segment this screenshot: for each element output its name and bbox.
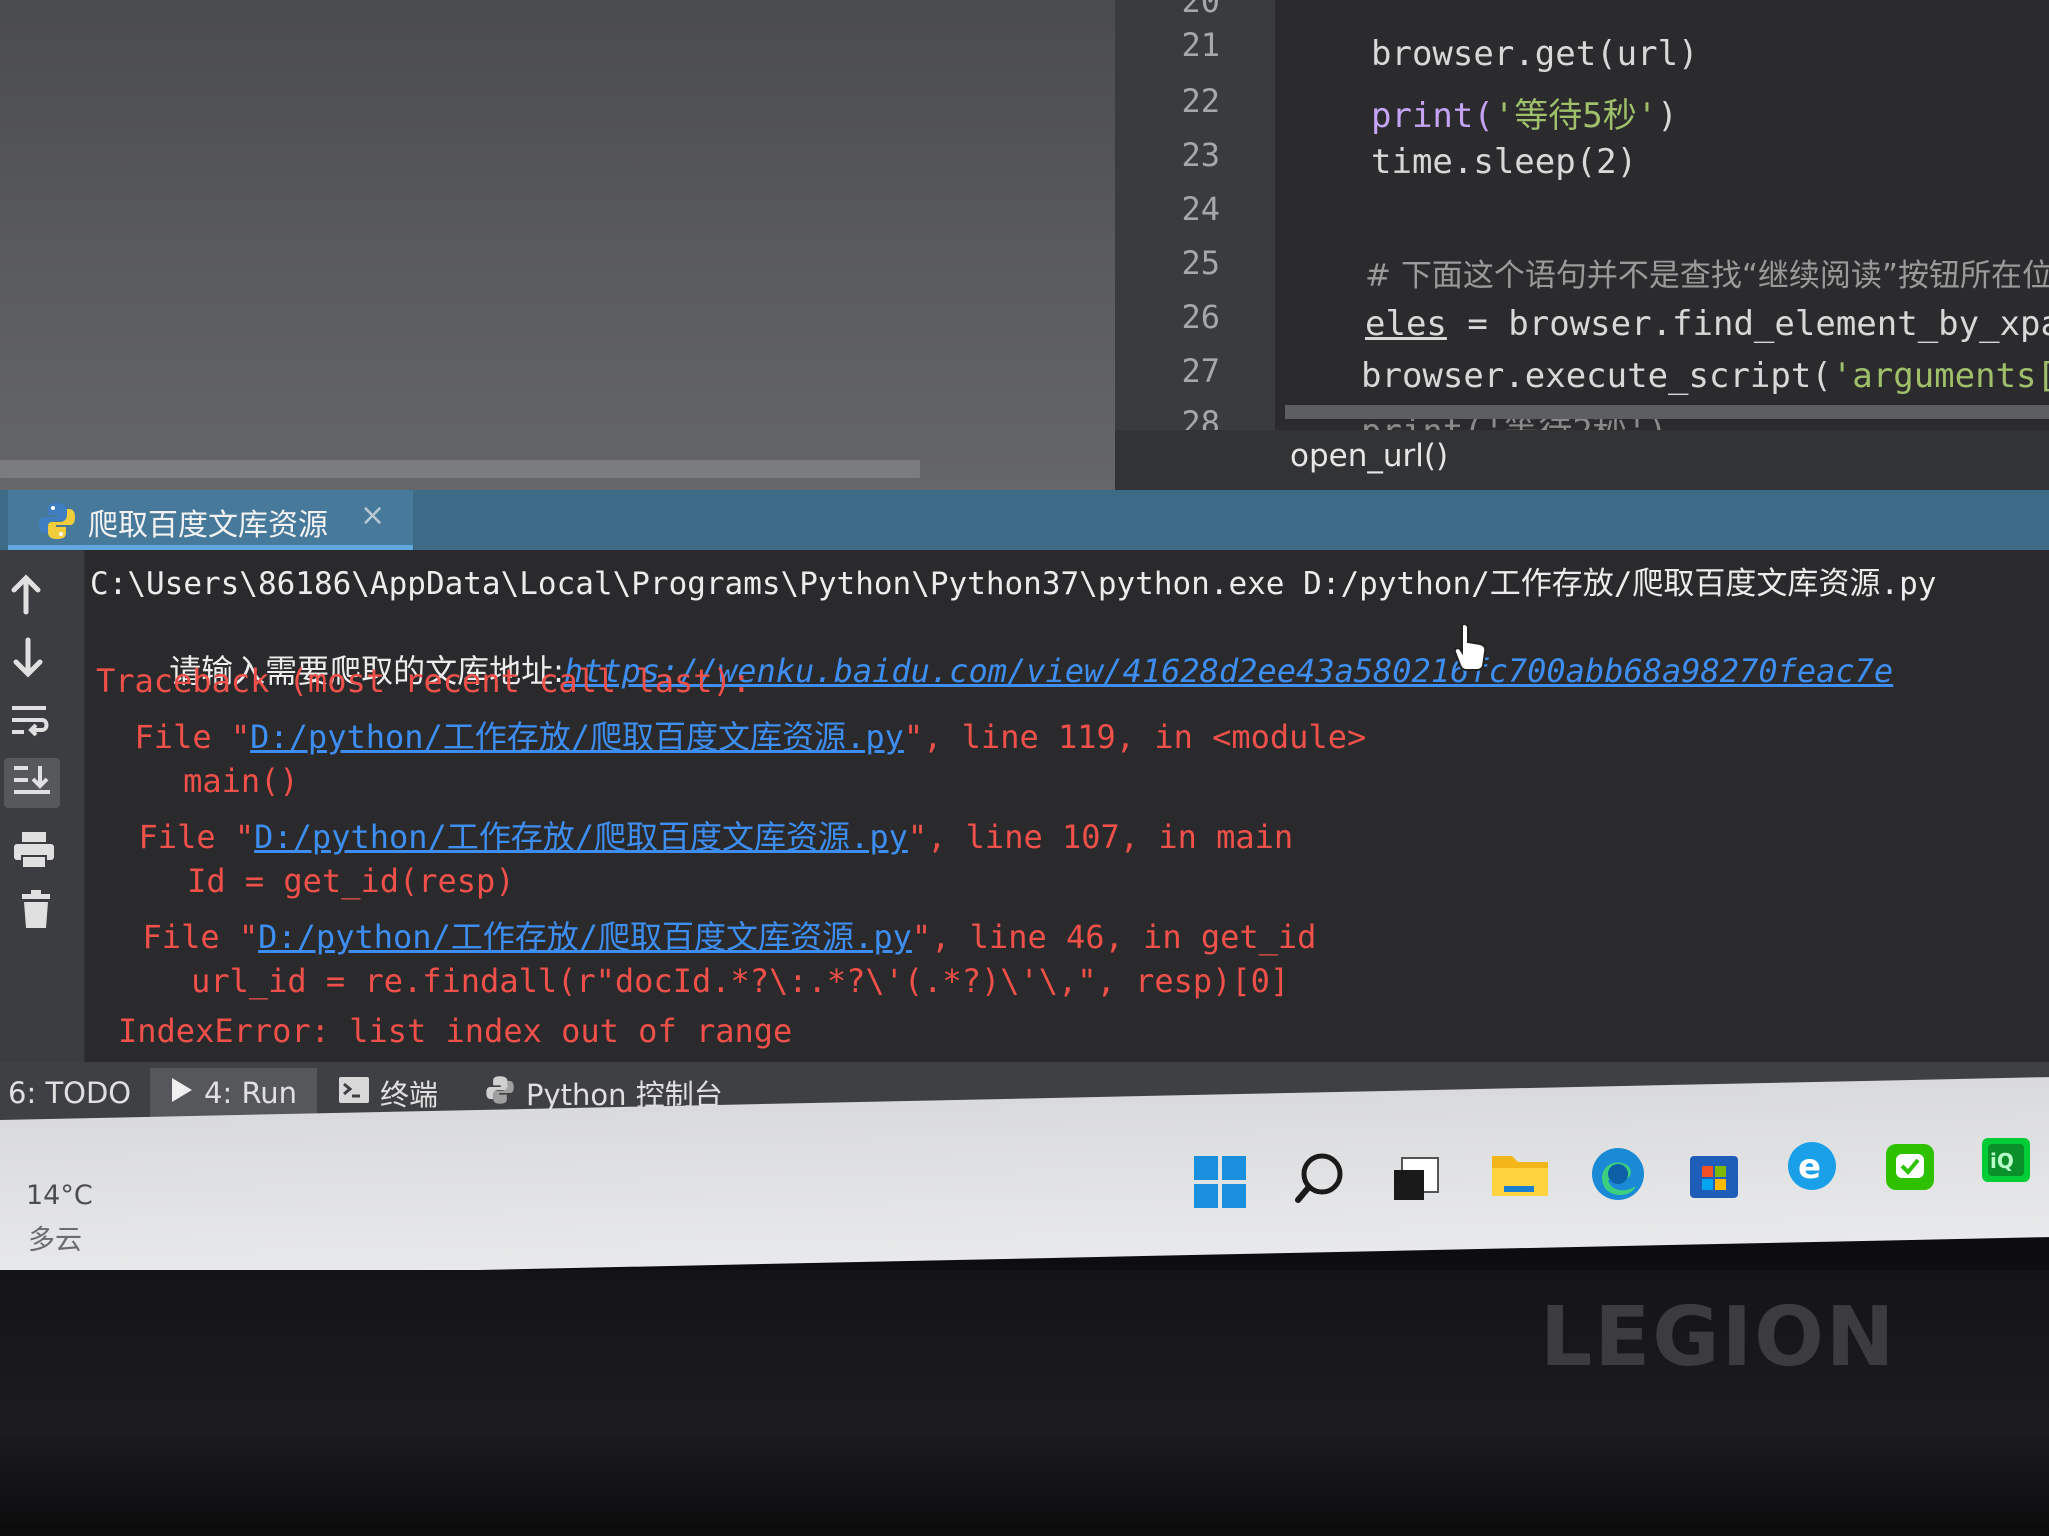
svg-text:iQ: iQ xyxy=(1990,1149,2014,1173)
tab-run-label: 4: Run xyxy=(204,1076,298,1110)
code-variable: eles xyxy=(1365,304,1447,344)
code-line-25-comment[interactable]: # 下面这个语句并不是查找“继续阅读”按钮所在位 xyxy=(1365,250,2049,295)
traceback-code: url_id = re.findall(r"docId.*?\:.*?\'(.*… xyxy=(114,962,1290,1000)
file-path-link[interactable]: D:/python/工作存放/爬取百度文库资源.py xyxy=(250,718,904,756)
python-icon xyxy=(484,1074,516,1113)
scroll-to-end-icon[interactable] xyxy=(4,758,60,808)
code-token: print( xyxy=(1371,96,1494,136)
file-explorer-icon[interactable] xyxy=(1490,1146,1548,1202)
traceback-header: Traceback (most recent call last): xyxy=(96,662,752,700)
python-icon xyxy=(36,500,78,546)
line-number: 23 xyxy=(1181,136,1220,174)
print-icon[interactable] xyxy=(12,830,64,876)
code-string: 'arguments[0]. xyxy=(1831,356,2049,396)
traceback-frame: File "D:/python/工作存放/爬取百度文库资源.py", line … xyxy=(100,812,1294,858)
code-editor[interactable]: browser.get(url) print('等待5秒') time.slee… xyxy=(1277,0,2049,430)
file-path-link[interactable]: D:/python/工作存放/爬取百度文库资源.py xyxy=(254,818,908,856)
edge-icon[interactable] xyxy=(1588,1144,1644,1200)
tab-todo[interactable]: 6: TODO xyxy=(8,1068,131,1118)
code-line-23[interactable]: time.sleep(2) xyxy=(1371,142,1637,182)
frame-suffix: ", line 119, in <module> xyxy=(903,718,1367,756)
soft-wrap-icon[interactable] xyxy=(8,700,60,746)
breadcrumb[interactable]: open_url() xyxy=(1290,438,1448,474)
editor-horizontal-scrollbar[interactable] xyxy=(1285,405,2049,419)
brand-logo: LEGION xyxy=(1540,1290,1897,1385)
breadcrumb-bar xyxy=(1115,430,2049,490)
run-console[interactable]: C:\Users\86186\AppData\Local\Programs\Py… xyxy=(86,550,2049,1062)
iqiyi-icon[interactable]: iQ xyxy=(1978,1132,2034,1188)
weather-description[interactable]: 多云 xyxy=(28,1218,82,1257)
run-tab-title: 爬取百度文库资源 xyxy=(88,508,328,543)
tab-terminal-label: 终端 xyxy=(380,1078,439,1112)
play-icon xyxy=(170,1076,194,1111)
console-url-link[interactable]: https://wenku.baidu.com/view/41628d2ee43… xyxy=(564,652,1893,690)
ie-icon[interactable]: e xyxy=(1784,1138,1840,1194)
line-number: 20 xyxy=(1181,0,1220,20)
hand-cursor-icon xyxy=(1452,622,1492,676)
error-message: IndexError: list index out of range xyxy=(118,1012,793,1050)
frame-prefix: File " xyxy=(104,918,259,956)
code-line-27[interactable]: browser.execute_script('arguments[0]. xyxy=(1361,356,2049,396)
run-toolbar xyxy=(0,550,86,1062)
run-tab[interactable]: 爬取百度文库资源 × xyxy=(8,490,413,550)
down-arrow-icon[interactable] xyxy=(8,636,60,682)
frame-prefix: File " xyxy=(100,818,255,856)
traceback-frame: File "D:/python/工作存放/爬取百度文库资源.py", line … xyxy=(96,712,1367,758)
tab-run[interactable]: 4: Run xyxy=(150,1068,318,1118)
code-line-22[interactable]: print('等待5秒') xyxy=(1371,88,1678,137)
code-token: = browser.find_element_by_xpath xyxy=(1446,304,2049,344)
code-line-21[interactable]: browser.get(url) xyxy=(1371,34,1699,74)
frame-suffix: ", line 46, in get_id xyxy=(911,918,1317,956)
line-number: 27 xyxy=(1181,352,1220,390)
editor-empty-area xyxy=(0,0,1115,490)
line-number: 25 xyxy=(1181,244,1220,282)
file-path-link[interactable]: D:/python/工作存放/爬取百度文库资源.py xyxy=(258,918,912,956)
weather-temperature[interactable]: 14°C xyxy=(26,1180,93,1211)
code-token: ) xyxy=(1657,96,1678,136)
code-string: '等待5秒' xyxy=(1493,96,1658,136)
up-arrow-icon[interactable] xyxy=(6,572,58,618)
task-view-icon[interactable] xyxy=(1388,1152,1444,1208)
search-icon[interactable] xyxy=(1292,1150,1348,1206)
windows-start-icon[interactable] xyxy=(1192,1154,1248,1210)
line-number: 24 xyxy=(1181,190,1220,228)
traceback-code: Id = get_id(resp) xyxy=(110,862,515,900)
console-command-line: C:\Users\86186\AppData\Local\Programs\Py… xyxy=(90,566,1937,602)
line-number: 22 xyxy=(1181,82,1220,120)
line-number: 21 xyxy=(1181,26,1220,64)
code-line-26[interactable]: eles = browser.find_element_by_xpath xyxy=(1365,304,2049,344)
traceback-frame: File "D:/python/工作存放/爬取百度文库资源.py", line … xyxy=(104,912,1317,958)
line-number: 26 xyxy=(1181,298,1220,336)
store-icon[interactable] xyxy=(1686,1146,1742,1202)
close-icon[interactable]: × xyxy=(360,498,385,533)
svg-text:e: e xyxy=(1798,1147,1821,1187)
code-token: browser.execute_script( xyxy=(1361,356,1832,396)
tab-todo-label: 6: TODO xyxy=(8,1076,132,1110)
trash-icon[interactable] xyxy=(18,890,70,936)
terminal-icon xyxy=(338,1076,370,1111)
traceback-code: main() xyxy=(106,762,299,800)
frame-prefix: File " xyxy=(96,718,251,756)
frame-suffix: ", line 107, in main xyxy=(907,818,1294,856)
wechat-icon[interactable] xyxy=(1882,1138,1938,1194)
horizontal-scrollbar[interactable] xyxy=(0,460,920,478)
